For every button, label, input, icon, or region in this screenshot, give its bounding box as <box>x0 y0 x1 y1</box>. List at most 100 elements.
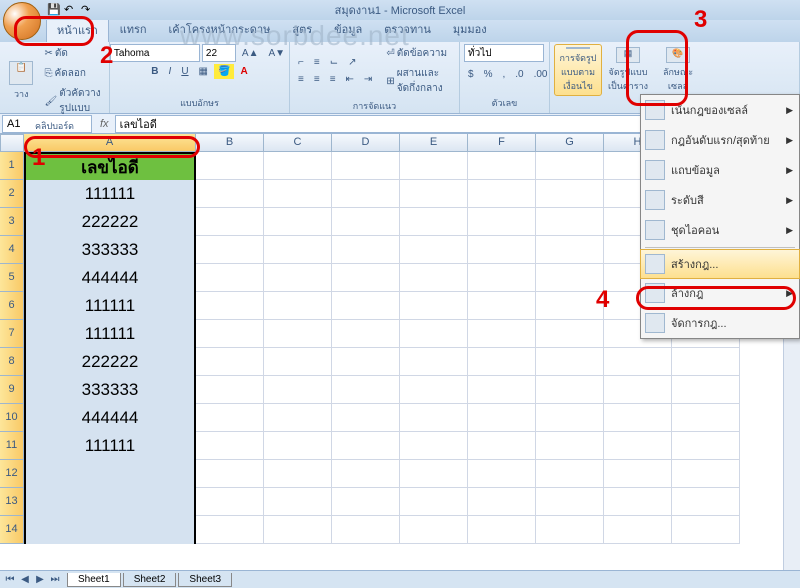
cell-E4[interactable] <box>400 236 468 264</box>
cell-E9[interactable] <box>400 376 468 404</box>
cell-C12[interactable] <box>264 460 332 488</box>
cell-A4[interactable]: 333333 <box>24 236 196 264</box>
cell-H8[interactable] <box>604 348 672 376</box>
cell-I8[interactable] <box>672 348 740 376</box>
sheet-nav-last[interactable]: ⏭ <box>48 574 62 585</box>
cell-F7[interactable] <box>468 320 536 348</box>
cell-E13[interactable] <box>400 488 468 516</box>
cell-A5[interactable]: 444444 <box>24 264 196 292</box>
bold-button[interactable]: B <box>147 64 162 79</box>
orientation-button[interactable]: ↗ <box>344 55 360 70</box>
cell-A3[interactable]: 222222 <box>24 208 196 236</box>
cell-B5[interactable] <box>196 264 264 292</box>
cell-G5[interactable] <box>536 264 604 292</box>
cell-C9[interactable] <box>264 376 332 404</box>
cell-C6[interactable] <box>264 292 332 320</box>
cell-G6[interactable] <box>536 292 604 320</box>
cell-B11[interactable] <box>196 432 264 460</box>
cell-G11[interactable] <box>536 432 604 460</box>
cell-G1[interactable] <box>536 152 604 180</box>
cell-A10[interactable]: 444444 <box>24 404 196 432</box>
cell-I13[interactable] <box>672 488 740 516</box>
cell-E7[interactable] <box>400 320 468 348</box>
cell-A1[interactable]: เลขไอดี <box>24 152 196 180</box>
italic-button[interactable]: I <box>165 64 176 79</box>
cell-B10[interactable] <box>196 404 264 432</box>
format-painter-button[interactable]: 🖌 ตัวคัดวางรูปแบบ <box>41 84 105 118</box>
sheet-nav-next[interactable]: ▶ <box>33 574 47 585</box>
align-mid-button[interactable]: ≡ <box>310 55 324 70</box>
menu-item-6[interactable]: สร้างกฎ... <box>640 249 800 279</box>
align-right-button[interactable]: ≡ <box>326 72 340 87</box>
number-format-combo[interactable]: ทั่วไป <box>464 44 544 62</box>
row-header-5[interactable]: 5 <box>0 264 24 292</box>
cell-F5[interactable] <box>468 264 536 292</box>
cell-F12[interactable] <box>468 460 536 488</box>
cell-I14[interactable] <box>672 516 740 544</box>
cell-H11[interactable] <box>604 432 672 460</box>
grow-font-button[interactable]: A▲ <box>238 44 263 62</box>
cell-G10[interactable] <box>536 404 604 432</box>
cell-B4[interactable] <box>196 236 264 264</box>
sheet-tab-Sheet1[interactable]: Sheet1 <box>67 573 121 587</box>
cell-E6[interactable] <box>400 292 468 320</box>
cell-F9[interactable] <box>468 376 536 404</box>
cell-B6[interactable] <box>196 292 264 320</box>
row-header-6[interactable]: 6 <box>0 292 24 320</box>
row-header-14[interactable]: 14 <box>0 516 24 544</box>
select-all-corner[interactable] <box>0 134 24 152</box>
cell-F10[interactable] <box>468 404 536 432</box>
cell-G4[interactable] <box>536 236 604 264</box>
cell-D3[interactable] <box>332 208 400 236</box>
font-name-combo[interactable]: Tahoma <box>110 44 200 62</box>
border-button[interactable]: ▦ <box>195 64 212 79</box>
currency-button[interactable]: $ <box>464 67 478 82</box>
cell-I12[interactable] <box>672 460 740 488</box>
col-header-C[interactable]: C <box>264 134 332 152</box>
cell-D10[interactable] <box>332 404 400 432</box>
cell-E3[interactable] <box>400 208 468 236</box>
cell-D5[interactable] <box>332 264 400 292</box>
undo-icon[interactable]: ↶ <box>64 3 78 17</box>
cell-C7[interactable] <box>264 320 332 348</box>
cell-A6[interactable]: 111111 <box>24 292 196 320</box>
cell-E2[interactable] <box>400 180 468 208</box>
cell-E8[interactable] <box>400 348 468 376</box>
cell-A14[interactable] <box>24 516 196 544</box>
inc-decimal-button[interactable]: .0 <box>511 67 527 82</box>
cell-H14[interactable] <box>604 516 672 544</box>
copy-button[interactable]: ⎘ คัดลอก <box>41 64 105 83</box>
cell-G2[interactable] <box>536 180 604 208</box>
conditional-formatting-button[interactable]: การจัดรูปแบบตามเงื่อนไข <box>554 44 602 96</box>
cell-H9[interactable] <box>604 376 672 404</box>
indent-dec-button[interactable]: ⇤ <box>342 72 358 87</box>
row-header-13[interactable]: 13 <box>0 488 24 516</box>
cell-D8[interactable] <box>332 348 400 376</box>
cell-B12[interactable] <box>196 460 264 488</box>
cell-B1[interactable] <box>196 152 264 180</box>
cell-D6[interactable] <box>332 292 400 320</box>
cell-C8[interactable] <box>264 348 332 376</box>
cell-C5[interactable] <box>264 264 332 292</box>
cell-B7[interactable] <box>196 320 264 348</box>
cell-G13[interactable] <box>536 488 604 516</box>
cell-A12[interactable] <box>24 460 196 488</box>
cell-B3[interactable] <box>196 208 264 236</box>
merge-button[interactable]: ⊞ ผสานและจัดกึ่งกลาง <box>382 64 455 98</box>
row-header-12[interactable]: 12 <box>0 460 24 488</box>
comma-button[interactable]: , <box>498 67 509 82</box>
sheet-nav-prev[interactable]: ◀ <box>18 574 32 585</box>
redo-icon[interactable]: ↷ <box>81 3 95 17</box>
percent-button[interactable]: % <box>480 67 497 82</box>
row-header-9[interactable]: 9 <box>0 376 24 404</box>
shrink-font-button[interactable]: A▼ <box>265 44 290 62</box>
menu-item-1[interactable]: กฎอันดับแรก/สุดท้าย▶ <box>641 125 799 155</box>
dec-decimal-button[interactable]: .00 <box>530 67 552 82</box>
align-bot-button[interactable]: ⌙ <box>326 55 342 70</box>
cell-A9[interactable]: 333333 <box>24 376 196 404</box>
row-header-3[interactable]: 3 <box>0 208 24 236</box>
cell-F1[interactable] <box>468 152 536 180</box>
cell-E11[interactable] <box>400 432 468 460</box>
cell-D4[interactable] <box>332 236 400 264</box>
cell-C1[interactable] <box>264 152 332 180</box>
